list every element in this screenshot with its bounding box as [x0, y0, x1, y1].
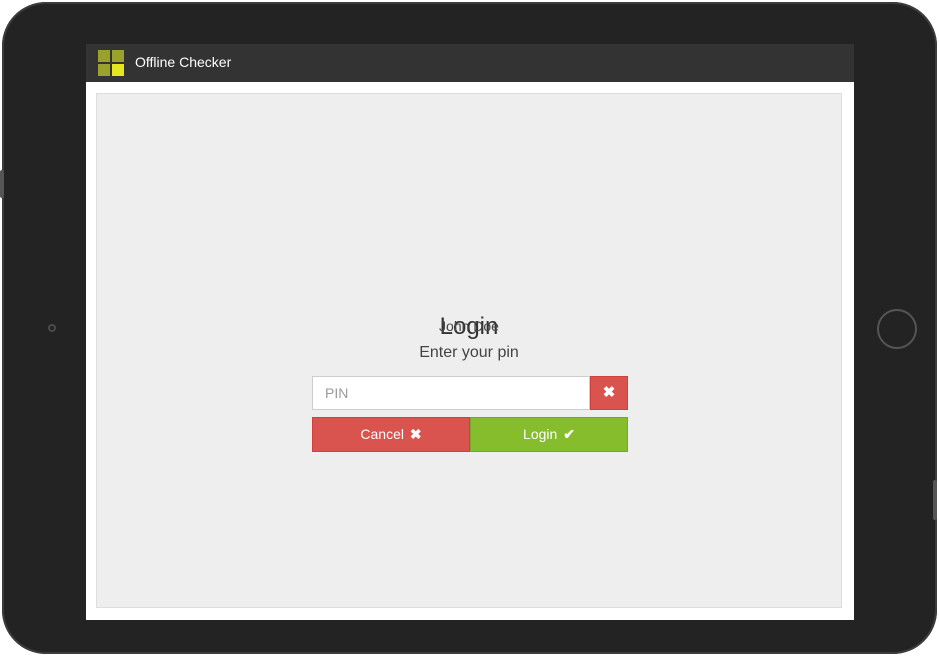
- logo-tile: [98, 64, 110, 76]
- power-button: [933, 480, 937, 520]
- clear-pin-button[interactable]: ✖: [590, 376, 628, 410]
- logo-tile: [112, 64, 124, 76]
- home-button[interactable]: [877, 309, 917, 349]
- login-panel: Login John Doe Enter your pin ✖ Cancel ✖…: [96, 93, 842, 608]
- volume-button: [0, 170, 4, 198]
- pin-prompt: Enter your pin: [419, 344, 519, 361]
- close-icon: ✖: [409, 426, 422, 442]
- user-name: John Doe: [439, 318, 499, 334]
- login-button-label: Login: [523, 426, 558, 442]
- tablet-frame: Offline Checker Login John Doe Enter you…: [0, 2, 937, 654]
- checkmark-icon: ✔: [563, 426, 575, 442]
- app-logo-icon: [98, 50, 124, 76]
- logo-tile: [112, 50, 124, 62]
- close-icon: ✖: [602, 384, 616, 401]
- app-title: Offline Checker: [135, 54, 232, 70]
- login-button[interactable]: Login ✔: [470, 417, 628, 452]
- app-header: Offline Checker: [86, 44, 854, 82]
- pin-input[interactable]: [312, 376, 590, 410]
- cancel-button-label: Cancel: [360, 426, 404, 442]
- logo-tile: [98, 50, 110, 62]
- camera: [48, 324, 56, 332]
- screen: Offline Checker Login John Doe Enter you…: [86, 44, 854, 620]
- cancel-button[interactable]: Cancel ✖: [312, 417, 470, 452]
